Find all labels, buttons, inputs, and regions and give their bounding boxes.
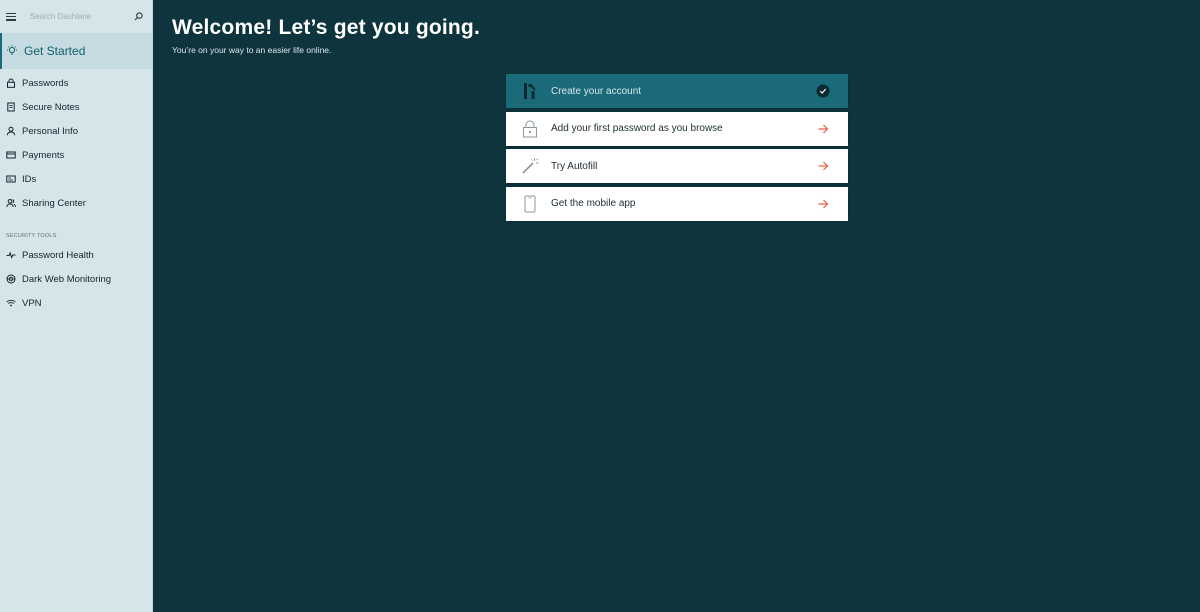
- arrow-right-icon[interactable]: [816, 197, 830, 211]
- menu-icon[interactable]: [6, 12, 16, 21]
- check-icon: [816, 84, 830, 98]
- lock-icon: [6, 78, 16, 88]
- sidebar-item-get-started[interactable]: Get Started: [0, 33, 152, 69]
- search-row: [0, 0, 152, 33]
- id-card-icon: [6, 174, 16, 184]
- wifi-icon: [6, 298, 16, 308]
- onboarding-steps: Create your account Add your first passw…: [506, 74, 848, 224]
- page-subtitle: You’re on your way to an easier life onl…: [172, 45, 332, 55]
- phone-icon: [520, 194, 540, 214]
- arrow-right-icon[interactable]: [816, 122, 830, 136]
- step-try-autofill[interactable]: Try Autofill: [506, 149, 848, 183]
- lightbulb-icon: [6, 45, 18, 57]
- sidebar: Get Started Passwords Secure Notes Perso…: [0, 0, 153, 612]
- sidebar-item-label: Passwords: [22, 77, 69, 89]
- step-label: Try Autofill: [551, 160, 598, 172]
- step-create-account[interactable]: Create your account: [506, 74, 848, 108]
- main-content: Welcome! Let’s get you going. You’re on …: [153, 0, 1200, 612]
- sidebar-item-label: Sharing Center: [22, 197, 86, 209]
- sidebar-item-label: IDs: [22, 173, 37, 185]
- page-title: Welcome! Let’s get you going.: [172, 16, 480, 39]
- sidebar-item-sharing-center[interactable]: Sharing Center: [0, 191, 152, 215]
- sidebar-item-personal-info[interactable]: Personal Info: [0, 119, 152, 143]
- sidebar-item-label: Password Health: [22, 249, 94, 261]
- sidebar-item-ids[interactable]: IDs: [0, 167, 152, 191]
- section-label-security-tools: SECURITY TOOLS: [6, 233, 57, 239]
- search-input[interactable]: [30, 12, 132, 21]
- sidebar-item-label: VPN: [22, 297, 42, 309]
- card-icon: [6, 150, 16, 160]
- sidebar-item-payments[interactable]: Payments: [0, 143, 152, 167]
- sidebar-item-secure-notes[interactable]: Secure Notes: [0, 95, 152, 119]
- arrow-right-icon[interactable]: [816, 159, 830, 173]
- step-label: Get the mobile app: [551, 198, 636, 209]
- step-label: Create your account: [551, 85, 642, 97]
- sidebar-item-passwords[interactable]: Passwords: [0, 71, 152, 95]
- sidebar-item-label: Dark Web Monitoring: [22, 273, 112, 285]
- note-icon: [6, 102, 16, 112]
- radar-icon: [6, 274, 16, 284]
- people-icon: [6, 198, 16, 208]
- magic-wand-icon: [520, 156, 540, 176]
- sidebar-item-label: Personal Info: [22, 125, 78, 137]
- sidebar-item-password-health[interactable]: Password Health: [0, 243, 152, 267]
- sidebar-item-label: Payments: [22, 149, 65, 161]
- sidebar-item-label: Secure Notes: [22, 101, 80, 113]
- pulse-icon: [6, 250, 16, 260]
- dashlane-logo-icon: [520, 81, 540, 101]
- sidebar-item-dark-web-monitoring[interactable]: Dark Web Monitoring: [0, 267, 152, 291]
- sidebar-item-label: Get Started: [24, 44, 86, 58]
- step-label: Add your first password as you browse: [551, 123, 723, 134]
- sidebar-item-vpn[interactable]: VPN: [0, 291, 152, 315]
- person-icon: [6, 126, 16, 136]
- step-add-first-password[interactable]: Add your first password as you browse: [506, 111, 848, 146]
- step-get-mobile-app[interactable]: Get the mobile app: [506, 186, 848, 221]
- lock-icon: [520, 119, 540, 139]
- search-icon[interactable]: [132, 11, 144, 23]
